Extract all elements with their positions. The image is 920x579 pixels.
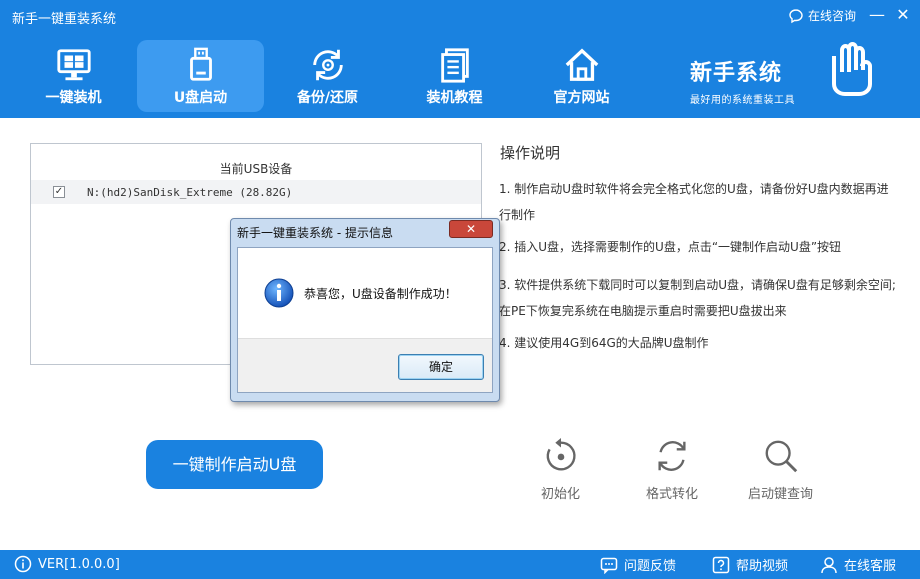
make-boot-usb-button[interactable]: 一键制作启动U盘: [146, 440, 323, 489]
feedback-button[interactable]: 问题反馈: [600, 555, 676, 574]
usb-device-checkbox[interactable]: ✓: [53, 186, 65, 198]
feedback-icon: [600, 557, 618, 574]
nav-label: 一键装机: [45, 90, 102, 106]
boot-key-query-label: 启动键查询: [748, 487, 814, 502]
home-icon: [565, 48, 598, 81]
app-title: 新手一键重装系统: [12, 12, 117, 27]
online-service-label: 在线客服: [844, 559, 897, 574]
success-dialog: 新手一键重装系统 - 提示信息 ✕ 恭喜您，U盘设备制作成功！ 确定: [230, 218, 500, 402]
reset-icon: [546, 437, 576, 471]
instruction-item: 4. 建议使用4G到64G的大品牌U盘制作: [499, 336, 709, 350]
dialog-body: 恭喜您，U盘设备制作成功！ 确定: [237, 247, 493, 393]
nav-item-usb-boot[interactable]: U盘启动: [137, 40, 264, 112]
info-icon: [264, 278, 294, 308]
hand-logo-icon: [832, 42, 872, 96]
online-service-button[interactable]: 在线客服: [820, 555, 896, 574]
footer: VER[1.0.0.0] 问题反馈 帮助视频 在线客服: [0, 550, 920, 579]
help-video-button[interactable]: 帮助视频: [712, 555, 788, 574]
dialog-footer: 确定: [238, 338, 492, 392]
boot-key-query-button[interactable]: 启动键查询: [748, 437, 813, 502]
init-label: 初始化: [541, 487, 581, 502]
usb-list-header: 当前USB设备: [219, 162, 293, 176]
format-convert-button[interactable]: 格式转化: [646, 437, 698, 502]
dialog-title: 新手一键重装系统 - 提示信息: [237, 226, 393, 240]
nav-label: 装机教程: [426, 90, 483, 106]
online-consult-label: 在线咨询: [808, 9, 857, 23]
brand: 新手系统 最好用的系统重装工具: [690, 55, 795, 106]
init-button[interactable]: 初始化: [541, 437, 580, 502]
format-convert-label: 格式转化: [646, 487, 699, 502]
instruction-item: 3. 软件提供系统下载同时可以复制到启动U盘，请确保U盘有足够剩余空间;在PE下…: [499, 278, 896, 318]
nav-label: 官方网站: [553, 90, 610, 106]
usb-device-row[interactable]: ✓ N:(hd2)SanDisk_Extreme (28.82G): [31, 180, 481, 204]
monitor-icon: [56, 49, 91, 81]
online-consult-button[interactable]: 在线咨询: [788, 7, 856, 24]
dialog-message: 恭喜您，U盘设备制作成功！: [304, 287, 457, 301]
version-label: VER[1.0.0.0]: [38, 556, 120, 572]
instructions-title: 操作说明: [500, 144, 561, 162]
version-info: VER[1.0.0.0]: [14, 555, 120, 573]
main-nav: 一键装机 U盘启动 备份/还原 装机教程 官方网站: [10, 40, 645, 114]
backup-icon: [312, 49, 343, 81]
instruction-item: 2. 插入U盘，选择需要制作的U盘，点击“一键制作启动U盘”按钮: [499, 240, 842, 254]
dialog-close-button[interactable]: ✕: [449, 220, 493, 238]
nav-item-tutorial[interactable]: 装机教程: [391, 40, 518, 112]
help-video-label: 帮助视频: [736, 559, 789, 574]
info-icon: [14, 555, 32, 573]
document-icon: [440, 48, 469, 83]
nav-item-backup-restore[interactable]: 备份/还原: [264, 40, 391, 112]
minimize-button[interactable]: —: [866, 5, 888, 25]
help-icon: [712, 556, 730, 573]
chat-icon: [789, 8, 803, 23]
usb-icon: [189, 47, 212, 81]
brand-subtitle: 最好用的系统重装工具: [690, 95, 795, 106]
convert-icon: [658, 441, 686, 471]
header: 新手一键重装系统 在线咨询 — ✕ 一键装机 U盘启动 备份/还原 装机教程 官…: [0, 0, 920, 118]
brand-name: 新手系统: [690, 61, 783, 86]
instruction-item: 1. 制作启动U盘时软件将会完全格式化您的U盘，请备份好U盘内数据再进行制作: [499, 182, 889, 222]
usb-device-label: N:(hd2)SanDisk_Extreme (28.82G): [87, 185, 293, 199]
nav-label: 备份/还原: [296, 90, 359, 106]
close-button[interactable]: ✕: [892, 5, 914, 25]
nav-item-install[interactable]: 一键装机: [10, 40, 137, 112]
nav-label: U盘启动: [173, 90, 228, 106]
ok-button[interactable]: 确定: [398, 354, 484, 380]
feedback-label: 问题反馈: [624, 559, 677, 574]
title-bar: 新手一键重装系统 在线咨询 — ✕: [0, 0, 920, 32]
nav-item-website[interactable]: 官方网站: [518, 40, 645, 112]
customer-service-icon: [821, 556, 837, 573]
search-icon: [765, 440, 797, 473]
